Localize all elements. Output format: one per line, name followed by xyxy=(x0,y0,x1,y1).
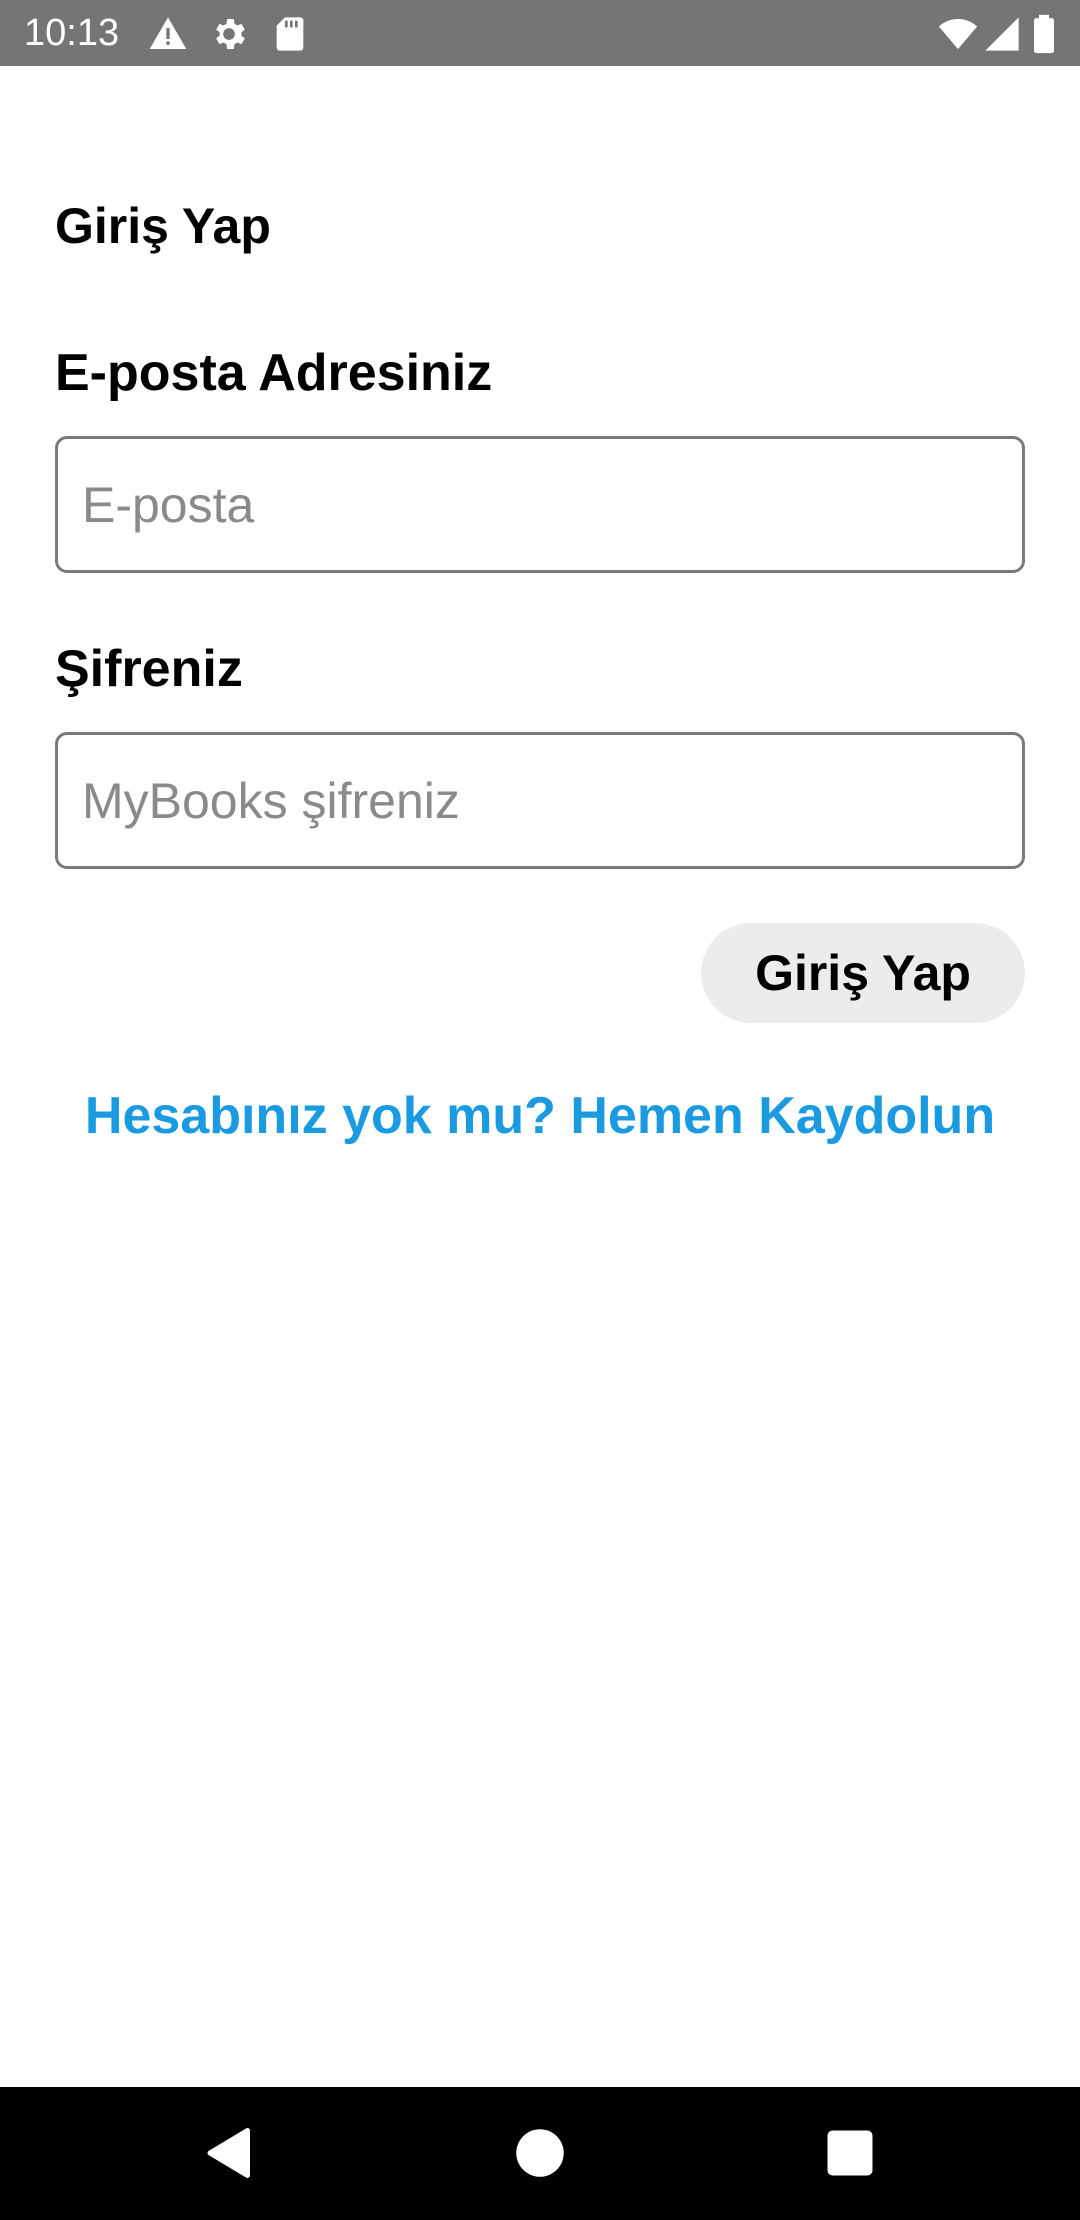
recents-icon[interactable] xyxy=(820,2123,880,2183)
register-link[interactable]: Hesabınız yok mu? Hemen Kaydolun xyxy=(0,1084,1080,1148)
back-icon[interactable] xyxy=(200,2123,260,2183)
email-field[interactable] xyxy=(55,436,1025,573)
email-label: E-posta Adresiniz xyxy=(55,344,493,402)
login-screen: Giriş Yap E-posta Adresiniz Şifreniz Gir… xyxy=(0,66,1080,2087)
settings-icon xyxy=(209,14,249,54)
sd-card-icon xyxy=(270,14,310,54)
page-title: Giriş Yap xyxy=(55,198,271,254)
wifi-icon xyxy=(936,14,980,54)
password-label: Şifreniz xyxy=(55,640,243,698)
status-bar: 10:13 xyxy=(0,0,1080,66)
home-icon[interactable] xyxy=(510,2123,570,2183)
battery-icon xyxy=(1030,14,1058,54)
status-time: 10:13 xyxy=(24,12,120,54)
login-button[interactable]: Giriş Yap xyxy=(701,923,1025,1023)
password-field[interactable] xyxy=(55,732,1025,869)
signal-icon xyxy=(982,14,1022,54)
navigation-bar xyxy=(0,2087,1080,2220)
warning-icon xyxy=(148,14,188,54)
